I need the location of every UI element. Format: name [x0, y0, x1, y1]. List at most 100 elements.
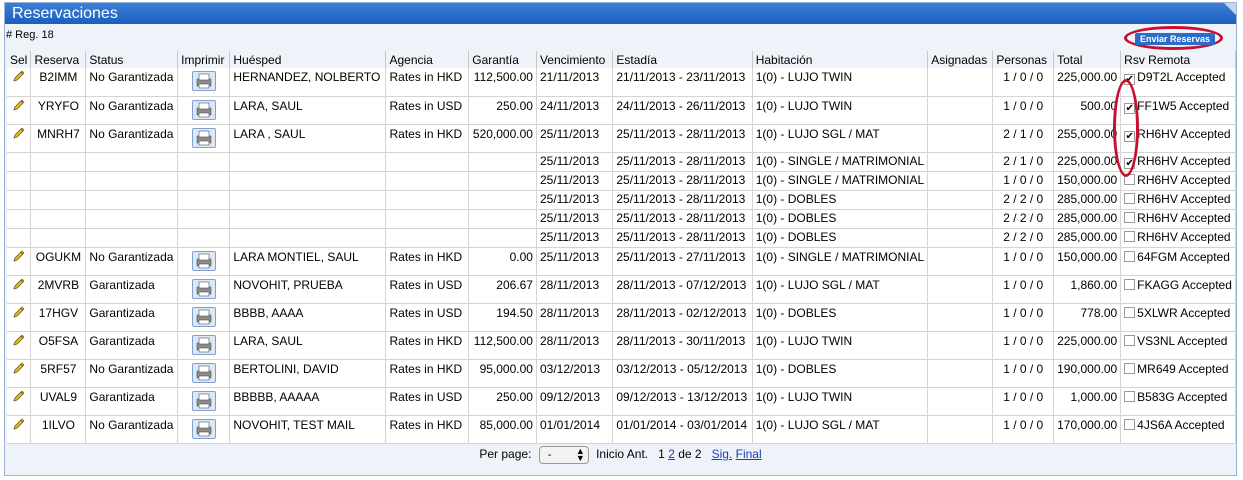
cell-habitacion: 1(0) - SINGLE / MATRIMONIAL: [752, 171, 929, 191]
cell-asignadas: [927, 275, 994, 304]
cell-asignadas: [927, 152, 994, 172]
cell-rsv-remota: 5XLWR Accepted: [1120, 303, 1236, 332]
printer-icon[interactable]: [191, 390, 216, 411]
cell-status: No Garantizada: [85, 415, 179, 444]
cell-habitacion: 1(0) - LUJO TWIN: [752, 387, 929, 416]
cell-vencimiento: 28/11/2013: [536, 275, 614, 304]
cell-sel: [7, 415, 32, 444]
pencil-icon[interactable]: [13, 127, 25, 139]
cell-reserva: YRYFO: [30, 96, 87, 125]
cell-reserva: 17HGV: [30, 303, 87, 332]
printer-icon[interactable]: [191, 278, 216, 299]
collapse-corner-icon[interactable]: [1224, 3, 1236, 15]
cell-asignadas: [927, 331, 994, 360]
table-row: 17HGV Garantizada BBBB, AAAA Rates in USD 19…: [7, 303, 1236, 332]
pencil-icon[interactable]: [13, 70, 25, 82]
remota-label: 5XLWR Accepted: [1137, 305, 1231, 320]
cell-total: 500.00: [1053, 96, 1122, 125]
remota-checkbox[interactable]: [1124, 418, 1136, 430]
cell-status: No Garantizada: [85, 96, 179, 125]
cell-estadia: 25/11/2013 - 28/11/2013: [612, 124, 753, 153]
pencil-icon[interactable]: [13, 99, 25, 111]
remota-label: MR649 Accepted: [1137, 361, 1229, 376]
printer-icon[interactable]: [191, 250, 216, 271]
pencil-icon[interactable]: [13, 334, 25, 346]
printer-icon[interactable]: [191, 99, 216, 120]
cell-total: 285,000.00: [1053, 190, 1122, 210]
printer-icon[interactable]: [191, 306, 216, 327]
cell-status: [85, 209, 179, 229]
cell-personas: 1 / 0 / 0: [992, 275, 1055, 304]
cell-status: No Garantizada: [85, 359, 179, 388]
panel-title: Reservaciones: [5, 3, 1236, 24]
remota-label: 4JS6A Accepted: [1137, 417, 1225, 432]
remota-checkbox[interactable]: [1124, 334, 1136, 346]
enviar-reservas-button[interactable]: Enviar Reservas: [1135, 33, 1215, 45]
printer-icon[interactable]: [191, 418, 216, 439]
cell-imprimir: [177, 152, 231, 172]
pencil-icon[interactable]: [13, 278, 25, 290]
cell-agencia: [385, 152, 470, 172]
printer-icon[interactable]: [191, 334, 216, 355]
pager-sig-link[interactable]: Sig.: [712, 447, 733, 461]
cell-habitacion: 1(0) - LUJO TWIN: [752, 331, 929, 360]
remota-checkbox[interactable]: [1124, 306, 1136, 318]
remota-checkbox[interactable]: [1124, 390, 1136, 402]
remota-checkbox[interactable]: [1124, 278, 1136, 290]
remota-checkbox[interactable]: [1124, 362, 1136, 374]
pager-final-link[interactable]: Final: [736, 447, 762, 461]
pager-inicio: Inicio: [596, 447, 625, 462]
cell-garantia: 250.00: [468, 387, 537, 416]
pencil-icon[interactable]: [13, 390, 25, 402]
cell-agencia: [385, 228, 470, 248]
cell-agencia: [385, 171, 470, 191]
remota-checkbox[interactable]: ✔: [1124, 130, 1136, 142]
remota-label: FF1W5 Accepted: [1137, 98, 1230, 113]
remota-checkbox[interactable]: [1124, 230, 1136, 242]
pencil-icon[interactable]: [13, 250, 25, 262]
printer-icon[interactable]: [191, 71, 216, 91]
pencil-icon[interactable]: [13, 362, 25, 374]
cell-vencimiento: 28/11/2013: [536, 303, 614, 332]
pencil-icon[interactable]: [13, 418, 25, 430]
table-row: O5FSA Garantizada LARA, SAUL Rates in HKD 11…: [7, 331, 1236, 360]
col-imprimir-header: Imprimir: [177, 51, 231, 68]
cell-estadia: 28/11/2013 - 30/11/2013: [612, 331, 753, 360]
remota-checkbox[interactable]: [1124, 192, 1136, 204]
cell-personas: 2 / 2 / 0: [992, 190, 1055, 210]
table-row: 25/11/2013 25/11/2013 - 28/11/2013 1(0) - …: [7, 171, 1236, 191]
cell-imprimir: [177, 228, 231, 248]
cell-rsv-remota: RH6HV Accepted: [1120, 209, 1236, 229]
pager-page-2-link[interactable]: 2: [668, 447, 675, 461]
cell-imprimir: [177, 331, 231, 360]
cell-estadia: 09/12/2013 - 13/12/2013: [612, 387, 753, 416]
cell-habitacion: 1(0) - DOBLES: [752, 209, 929, 229]
cell-reserva: 2MVRB: [30, 275, 87, 304]
remota-checkbox[interactable]: ✔: [1124, 102, 1136, 114]
col-personas-header: Personas: [992, 51, 1055, 68]
remota-checkbox[interactable]: [1124, 211, 1136, 223]
cell-sel: [7, 247, 32, 276]
remota-checkbox[interactable]: ✔: [1124, 74, 1136, 85]
cell-status: [85, 228, 179, 248]
printer-icon[interactable]: [191, 362, 216, 383]
cell-huesped: [229, 209, 387, 229]
remota-label: B583G Accepted: [1137, 389, 1228, 404]
cell-garantia: [468, 190, 537, 210]
col-agencia-header: Agencia: [385, 51, 470, 68]
cell-sel: [7, 359, 32, 388]
cell-agencia: Rates in HKD: [385, 247, 470, 276]
per-page-select[interactable]: - ▲ ▼: [538, 446, 589, 464]
remota-checkbox[interactable]: ✔: [1124, 157, 1136, 169]
cell-asignadas: [927, 209, 994, 229]
cell-habitacion: 1(0) - DOBLES: [752, 228, 929, 248]
cell-personas: 1 / 0 / 0: [992, 247, 1055, 276]
cell-huesped: HERNANDEZ, NOLBERTO: [229, 68, 387, 97]
printer-icon[interactable]: [191, 127, 216, 148]
remota-checkbox[interactable]: [1124, 173, 1136, 185]
cell-rsv-remota: 64FGM Accepted: [1120, 247, 1236, 276]
cell-estadia: 28/11/2013 - 02/12/2013: [612, 303, 753, 332]
remota-checkbox[interactable]: [1124, 250, 1136, 262]
cell-sel: [7, 68, 32, 97]
pencil-icon[interactable]: [13, 306, 25, 318]
